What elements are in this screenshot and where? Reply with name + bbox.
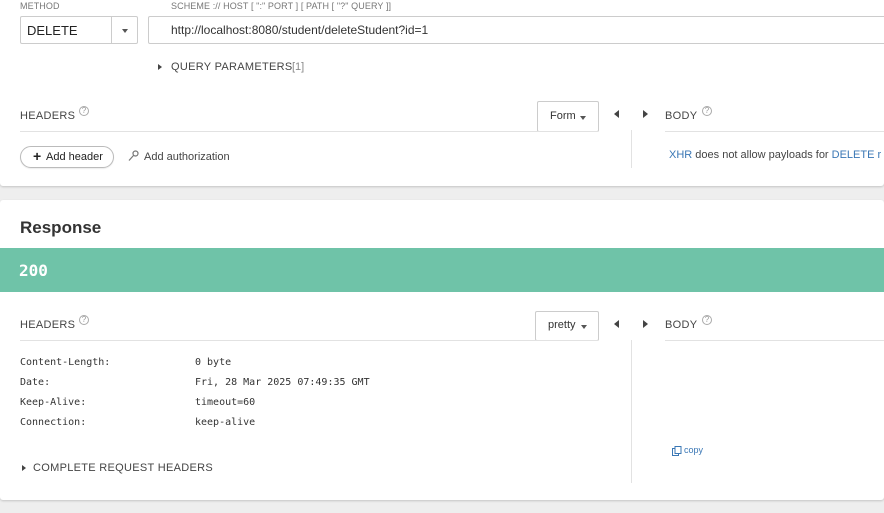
copy-label: copy (684, 445, 704, 455)
query-parameters-count: [1] (292, 61, 305, 73)
panel-divider (631, 130, 632, 168)
query-parameters-toggle[interactable]: QUERY PARAMETERS [1] (156, 61, 356, 75)
method-select[interactable]: DELETE (20, 16, 138, 44)
add-header-label: Add header (46, 151, 103, 163)
expand-right-icon[interactable] (643, 320, 648, 328)
help-icon[interactable]: ? (79, 315, 89, 325)
status-bar: 200 (0, 248, 884, 292)
copy-icon (672, 446, 682, 456)
status-code: 200 (19, 261, 48, 280)
method-label: METHOD (20, 1, 60, 11)
plus-icon: + (33, 148, 42, 164)
header-value: timeout=60 (195, 397, 256, 408)
divider (665, 340, 884, 341)
response-format-select[interactable]: pretty (535, 311, 599, 341)
panel-divider (631, 340, 632, 483)
header-name: Connection: (20, 417, 87, 428)
delete-method-text: DELETE (831, 149, 875, 161)
add-authorization-label: Add authorization (144, 151, 230, 163)
response-format-value: pretty (548, 319, 576, 331)
help-icon[interactable]: ? (79, 106, 89, 116)
copy-button[interactable]: copy (672, 445, 712, 457)
chevron-down-icon (122, 29, 128, 33)
xhr-link[interactable]: XHR (669, 149, 692, 161)
method-select-divider (111, 17, 112, 43)
complete-request-headers-toggle[interactable]: COMPLETE REQUEST HEADERS (20, 462, 240, 476)
body-message-text: does not allow payloads for (692, 149, 832, 161)
header-value: keep-alive (195, 417, 256, 428)
response-title: Response (20, 218, 102, 237)
url-format-label: SCHEME :// HOST [ ":" PORT ] [ PATH [ "?… (171, 1, 392, 11)
response-body-label: BODY (665, 319, 698, 331)
request-headers-label: HEADERS (20, 110, 76, 122)
header-name: Content-Length: (20, 357, 111, 368)
help-icon[interactable]: ? (702, 315, 712, 325)
response-panel: Response 200 HEADERS ? pretty BODY ? Con… (0, 200, 884, 500)
add-header-button[interactable]: + Add header (20, 146, 114, 168)
divider (20, 340, 598, 341)
add-authorization-link[interactable]: Add authorization (128, 150, 238, 164)
expand-arrow-icon (158, 64, 162, 70)
headers-mode-value: Form (550, 110, 576, 122)
headers-mode-select[interactable]: Form (537, 101, 599, 132)
header-value: Fri, 28 Mar 2025 07:49:35 GMT (195, 377, 370, 388)
collapse-left-icon[interactable] (614, 320, 619, 328)
header-name: Keep-Alive: (20, 397, 87, 408)
chevron-down-icon (581, 325, 587, 329)
expand-right-icon[interactable] (643, 110, 648, 118)
query-parameters-label: QUERY PARAMETERS (171, 61, 293, 73)
method-value: DELETE (27, 23, 78, 38)
help-icon[interactable]: ? (702, 106, 712, 116)
request-panel: METHOD DELETE SCHEME :// HOST [ ":" PORT… (0, 0, 884, 186)
divider (20, 131, 598, 132)
url-value: http://localhost:8080/student/deleteStud… (171, 23, 429, 37)
key-icon (128, 150, 139, 161)
complete-request-headers-label: COMPLETE REQUEST HEADERS (33, 462, 213, 474)
divider (665, 131, 884, 132)
url-input[interactable]: http://localhost:8080/student/deleteStud… (148, 16, 884, 44)
request-body-label: BODY (665, 110, 698, 122)
expand-arrow-icon (22, 465, 26, 471)
body-payload-message: XHR does not allow payloads for DELETE r (669, 149, 884, 163)
header-value: 0 byte (195, 357, 232, 368)
collapse-left-icon[interactable] (614, 110, 619, 118)
header-name: Date: (20, 377, 51, 388)
chevron-down-icon (580, 116, 586, 120)
response-headers-label: HEADERS (20, 319, 76, 331)
body-message-tail: r (874, 149, 882, 161)
